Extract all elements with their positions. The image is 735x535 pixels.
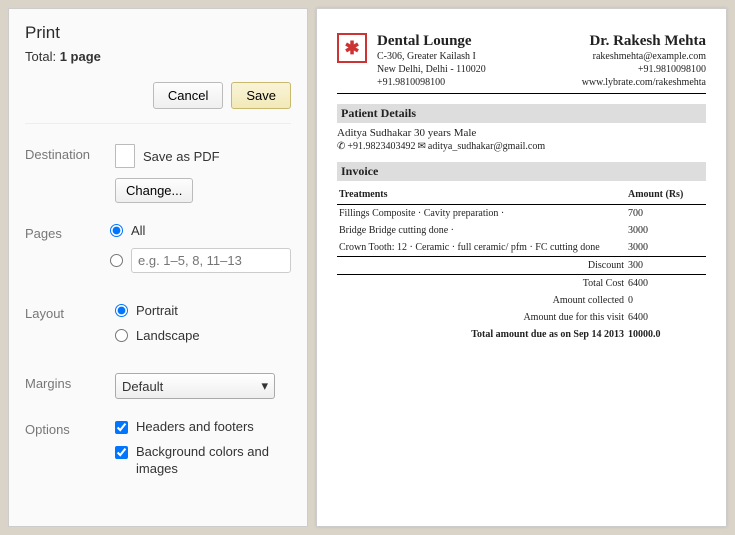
print-total: Total: 1 page — [25, 49, 291, 64]
invoice-item-row: Fillings Composite · Cavity preparation … — [337, 205, 706, 223]
margins-label: Margins — [25, 373, 115, 391]
pages-setting: Pages All — [25, 223, 291, 283]
summary-row: Total Cost 6400 — [337, 275, 706, 293]
pages-all-label: All — [131, 223, 145, 238]
clinic-name: Dental Lounge — [377, 33, 572, 50]
layout-portrait-radio[interactable] — [115, 304, 128, 317]
print-settings-panel: Print Total: 1 page Cancel Save Destinat… — [8, 8, 308, 527]
headers-footers-label: Headers and footers — [136, 419, 254, 436]
change-destination-button[interactable]: Change... — [115, 178, 193, 203]
layout-label: Layout — [25, 303, 115, 321]
patient-contact: ✆+91.9823403492 ✉aditya_sudhakar@gmail.c… — [337, 141, 706, 152]
doctor-email: rakeshmehta@example.com — [582, 50, 706, 63]
clinic-addr1: C-306, Greater Kailash I — [377, 50, 572, 63]
summary-row: Amount due for this visit 6400 — [337, 309, 706, 326]
doctor-info: Dr. Rakesh Mehta rakeshmehta@example.com… — [582, 33, 706, 89]
patient-name-age: Aditya Sudhakar 30 years Male — [337, 127, 706, 139]
doctor-web: www.lybrate.com/rakeshmehta — [582, 76, 706, 89]
cancel-button[interactable]: Cancel — [153, 82, 223, 109]
invoice-section-title: Invoice — [337, 162, 706, 181]
phone-icon: ✆ — [337, 141, 345, 152]
invoice-item-row: Crown Tooth: 12 · Ceramic · full ceramic… — [337, 239, 706, 257]
clinic-phone: +91.9810098100 — [377, 76, 572, 89]
destination-setting: Destination Save as PDF Change... — [25, 144, 291, 203]
layout-landscape-radio[interactable] — [115, 329, 128, 342]
layout-landscape-label: Landscape — [136, 328, 200, 343]
doctor-phone: +91.9810098100 — [582, 63, 706, 76]
save-button[interactable]: Save — [231, 82, 291, 109]
pages-range-radio[interactable] — [110, 254, 123, 267]
invoice-table: Treatments Amount (Rs) Fillings Composit… — [337, 185, 706, 343]
summary-row: Discount 300 — [337, 257, 706, 275]
pages-range-input[interactable] — [131, 248, 291, 273]
background-colors-checkbox[interactable] — [115, 446, 128, 459]
print-preview: ✱ Dental Lounge C-306, Greater Kailash I… — [316, 8, 727, 527]
clinic-logo-icon: ✱ — [337, 33, 367, 63]
doctor-name: Dr. Rakesh Mehta — [582, 33, 706, 50]
options-label: Options — [25, 419, 115, 437]
margins-setting: Margins Default ▾ — [25, 373, 291, 399]
button-row: Cancel Save — [25, 82, 291, 124]
summary-row: Amount collected 0 — [337, 292, 706, 309]
pages-label: Pages — [25, 223, 110, 241]
margins-select[interactable]: Default ▾ — [115, 373, 275, 399]
patient-section-title: Patient Details — [337, 104, 706, 123]
email-icon: ✉ — [418, 141, 426, 152]
background-colors-label: Background colors and images — [136, 444, 291, 478]
destination-label: Destination — [25, 144, 115, 162]
th-amount: Amount (Rs) — [626, 185, 706, 205]
layout-setting: Layout Portrait Landscape — [25, 303, 291, 353]
options-setting: Options Headers and footers Background c… — [25, 419, 291, 486]
summary-total-row: Total amount due as on Sep 14 2013 10000… — [337, 326, 706, 343]
pages-all-radio[interactable] — [110, 224, 123, 237]
th-treatments: Treatments — [337, 185, 626, 205]
invoice-header: ✱ Dental Lounge C-306, Greater Kailash I… — [337, 33, 706, 89]
invoice-item-row: Bridge Bridge cutting done · 3000 — [337, 222, 706, 239]
destination-value: Save as PDF — [143, 149, 220, 164]
print-title: Print — [25, 23, 291, 43]
layout-portrait-label: Portrait — [136, 303, 178, 318]
pdf-icon — [115, 144, 135, 168]
headers-footers-checkbox[interactable] — [115, 421, 128, 434]
chevron-down-icon: ▾ — [261, 378, 268, 394]
clinic-addr2: New Delhi, Delhi - 110020 — [377, 63, 572, 76]
clinic-info: Dental Lounge C-306, Greater Kailash I N… — [377, 33, 572, 89]
